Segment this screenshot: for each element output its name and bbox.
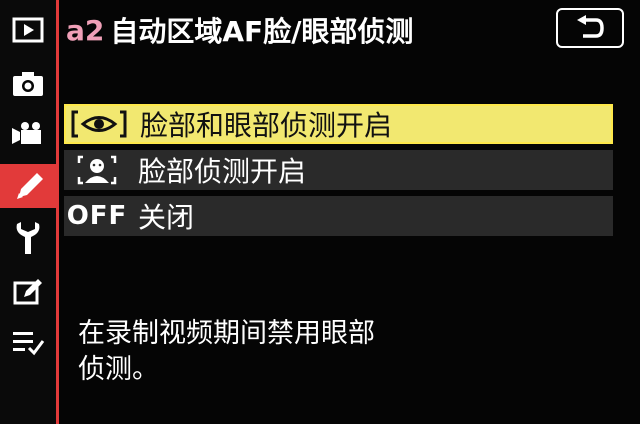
option-off[interactable]: OFF 关闭 <box>64 196 613 236</box>
sidebar-item-retouch[interactable] <box>0 270 56 314</box>
menu-header: a2 自动区域AF脸/眼部侦测 <box>66 8 413 52</box>
option-label: 关闭 <box>138 201 195 234</box>
off-icon: OFF <box>66 201 128 231</box>
sidebar-item-custom-settings[interactable] <box>0 164 59 208</box>
sidebar-item-setup[interactable] <box>0 216 56 260</box>
pencil-icon <box>16 173 43 199</box>
page-title: 自动区域AF脸/眼部侦测 <box>110 15 414 48</box>
sidebar-accent-line <box>56 0 59 424</box>
my-menu-icon <box>13 332 45 356</box>
eye-detection-icon <box>66 104 132 144</box>
sidebar-item-my-menu[interactable] <box>0 320 56 364</box>
sidebar <box>0 0 59 424</box>
camera-menu-screen: a2 自动区域AF脸/眼部侦测 脸部和眼部侦测开启 脸部侦测开启 OFF 关闭 … <box>0 0 640 424</box>
camera-icon <box>13 72 43 96</box>
menu-code: a2 <box>66 13 105 47</box>
sidebar-item-movie-shooting[interactable] <box>0 112 56 156</box>
option-face-detection[interactable]: 脸部侦测开启 <box>64 150 613 190</box>
back-button[interactable] <box>556 8 624 48</box>
sidebar-item-playback[interactable] <box>0 8 56 52</box>
playback-icon <box>12 17 44 43</box>
movie-icon <box>12 122 41 144</box>
return-arrow-icon <box>577 15 604 38</box>
option-label: 脸部侦测开启 <box>138 155 307 188</box>
option-label: 脸部和眼部侦测开启 <box>140 109 393 142</box>
option-face-and-eye-detection[interactable]: 脸部和眼部侦测开启 <box>64 104 613 144</box>
help-text-line: 在录制视频期间禁用眼部 <box>78 318 375 349</box>
help-text-line: 侦测。 <box>78 354 159 385</box>
retouch-icon <box>13 279 42 305</box>
face-detection-icon <box>64 150 130 190</box>
help-text: 在录制视频期间禁用眼部 侦测。 <box>78 316 598 388</box>
sidebar-item-photo-shooting[interactable] <box>0 62 56 106</box>
wrench-icon <box>16 222 40 254</box>
